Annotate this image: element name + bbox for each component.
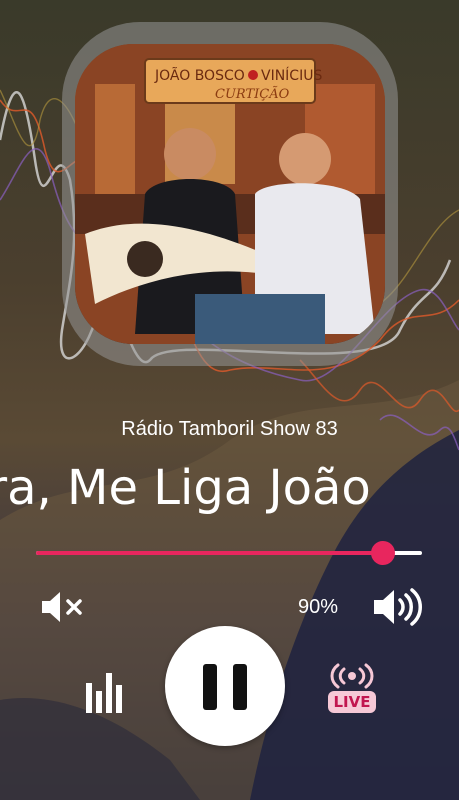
album-title-3: CURTIÇÃO xyxy=(215,86,290,102)
volume-button[interactable] xyxy=(372,587,424,627)
volume-level: 90% xyxy=(298,596,339,618)
now-playing-marquee: ora, Me Liga João xyxy=(0,460,459,530)
live-button[interactable]: LIVE xyxy=(328,663,378,719)
equalizer-button[interactable] xyxy=(84,673,130,713)
album-title-1: JOÃO BOSCO xyxy=(154,67,245,84)
progress-bar[interactable] xyxy=(36,541,422,565)
now-playing-title: ora, Me Liga João xyxy=(0,460,371,516)
live-label: LIVE xyxy=(328,691,376,713)
mute-button[interactable] xyxy=(40,590,86,624)
progress-fill xyxy=(36,551,384,555)
album-art: JOÃO BOSCO VINÍCIUS CURTIÇÃO xyxy=(75,44,385,344)
pause-button[interactable] xyxy=(165,626,285,746)
mute-icon xyxy=(42,592,82,622)
equalizer-icon xyxy=(86,673,122,713)
pause-icon-bar xyxy=(233,664,247,710)
pause-icon xyxy=(203,664,217,710)
live-broadcast-icon xyxy=(330,663,374,689)
album-title-2: VINÍCIUS xyxy=(261,67,322,84)
station-name: Rádio Tamboril Show 83 xyxy=(121,418,338,440)
volume-high-icon xyxy=(374,588,422,626)
